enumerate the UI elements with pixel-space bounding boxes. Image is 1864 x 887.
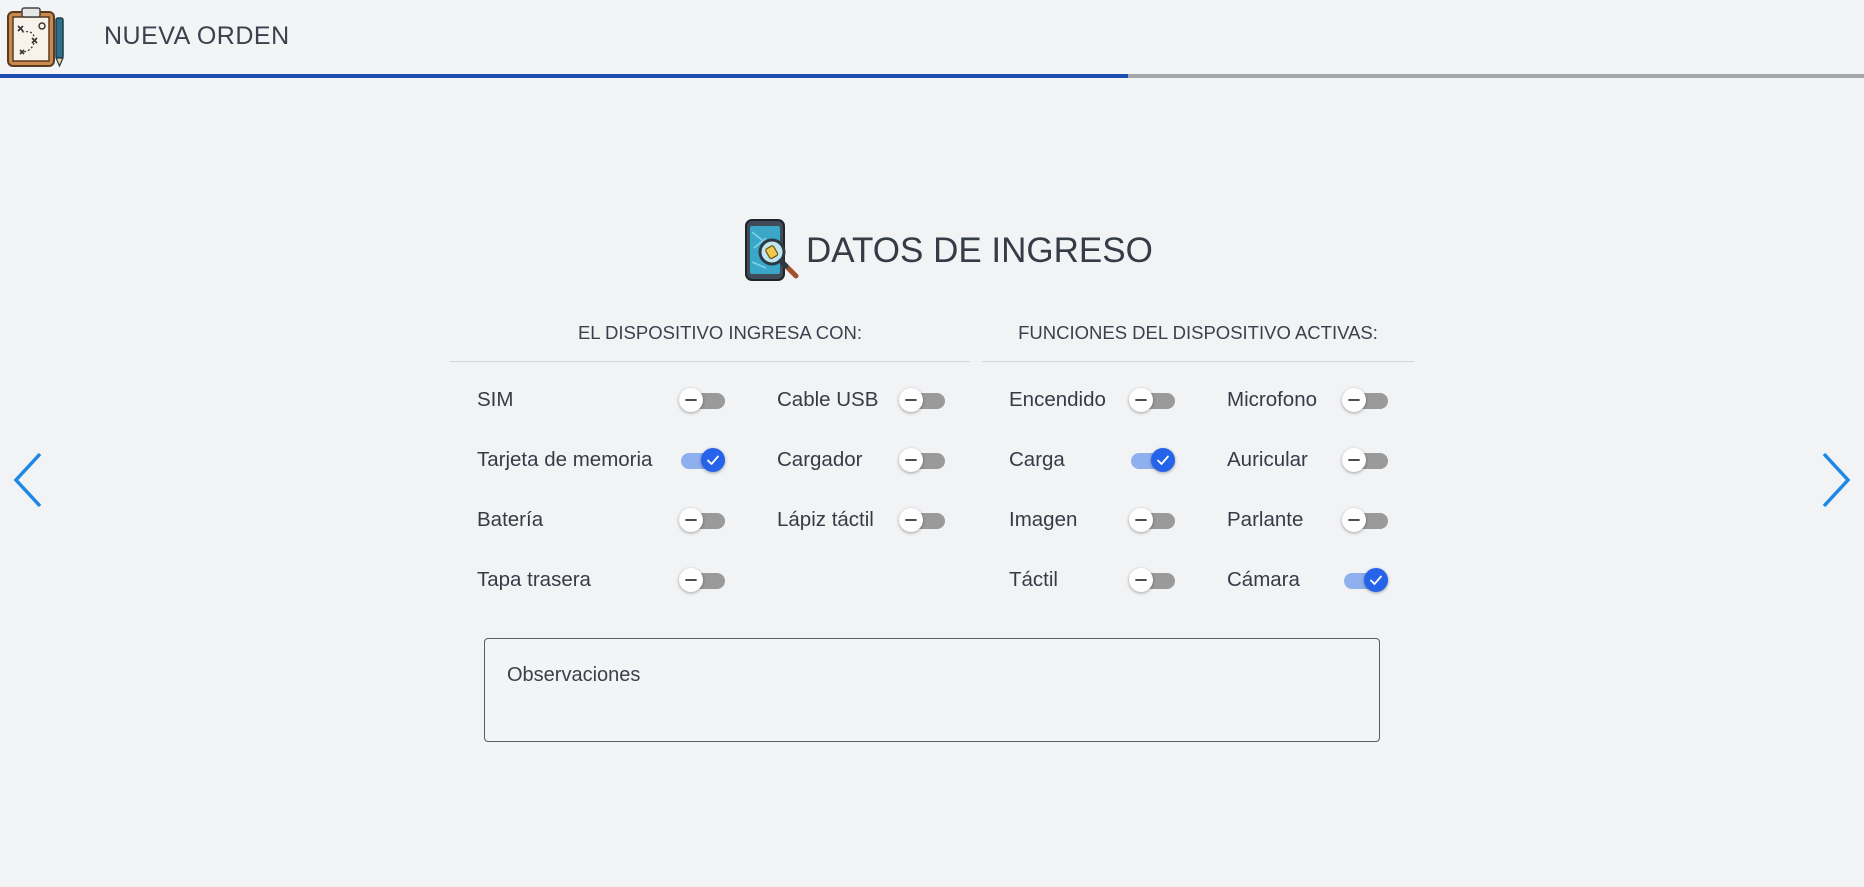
minus-icon [685,519,697,521]
toggle-knob [679,568,703,592]
option-carga: Carga [1009,442,1175,478]
option-tapa-trasera: Tapa trasera [477,562,725,598]
option-parlante: Parlante [1227,502,1388,538]
minus-icon [1135,399,1147,401]
toggle-knob [899,508,923,532]
check-icon [1157,455,1169,465]
check-icon [707,455,719,465]
toggle-knob [1129,388,1153,412]
chevron-left-icon[interactable] [8,448,48,512]
option-label: Tapa trasera [477,568,591,591]
toggle-knob [1151,448,1175,472]
toggle-encendido[interactable] [1129,386,1175,414]
observaciones-field[interactable]: Observaciones [484,638,1380,742]
toggle-microfono[interactable] [1342,386,1388,414]
option-label: SIM [477,388,514,411]
toggle-knob [1364,568,1388,592]
toggle-knob [1342,388,1366,412]
option-label: Encendido [1009,388,1106,411]
option-label: Microfono [1227,388,1318,411]
phone-magnifier-icon [745,219,799,281]
app-header: NUEVA ORDEN [0,0,1864,74]
minus-icon [905,459,917,461]
option-label: Batería [477,508,544,531]
toggle-knob [899,388,923,412]
check-icon [1370,575,1382,585]
option-encendido: Encendido [1009,382,1175,418]
toggle-knob [701,448,725,472]
option-label: Auricular [1227,448,1308,471]
toggle-knob [899,448,923,472]
minus-icon [1348,399,1360,401]
minus-icon [685,579,697,581]
option-cargador: Cargador [777,442,945,478]
observaciones-placeholder: Observaciones [507,664,641,686]
minus-icon [1348,519,1360,521]
app-title: NUEVA ORDEN [104,22,290,50]
group-header-ingresa: EL DISPOSITIVO INGRESA CON: [577,322,863,343]
option-imagen: Imagen [1009,502,1175,538]
progress-bar-fill [0,74,1128,78]
toggle-lapiz-tactil[interactable] [899,506,945,534]
option-auricular: Auricular [1227,442,1388,478]
option-label: Cable USB [777,388,879,411]
option-camara: Cámara [1227,562,1388,598]
toggle-tarjeta-memoria[interactable] [679,446,725,474]
minus-icon [685,399,697,401]
minus-icon [1348,459,1360,461]
option-label: Cargador [777,448,863,471]
clipboard-plan-icon [7,7,64,68]
option-label: Lápiz táctil [777,508,874,531]
toggle-knob [1129,508,1153,532]
option-label: Parlante [1227,508,1304,531]
group-header-funciones: FUNCIONES DEL DISPOSITIVO ACTIVAS: [1018,322,1378,343]
divider [450,361,970,362]
toggle-imagen[interactable] [1129,506,1175,534]
toggle-knob [679,388,703,412]
option-bateria: Batería [477,502,725,538]
divider [982,361,1414,362]
toggle-bateria[interactable] [679,506,725,534]
option-sim: SIM [477,382,725,418]
option-tarjeta-memoria: Tarjeta de memoria [477,442,725,478]
progress-bar [0,74,1864,78]
toggle-knob [1129,568,1153,592]
chevron-right-icon[interactable] [1816,448,1856,512]
option-lapiz-tactil: Lápiz táctil [777,502,945,538]
option-label: Cámara [1227,568,1300,591]
minus-icon [1135,519,1147,521]
option-label: Táctil [1009,568,1058,591]
toggle-cable-usb[interactable] [899,386,945,414]
toggle-cargador[interactable] [899,446,945,474]
minus-icon [905,399,917,401]
toggle-auricular[interactable] [1342,446,1388,474]
section-title: DATOS DE INGRESO [806,231,1153,270]
minus-icon [1135,579,1147,581]
option-tactil: Táctil [1009,562,1175,598]
toggle-knob [1342,448,1366,472]
toggle-knob [1342,508,1366,532]
option-cable-usb: Cable USB [777,382,945,418]
option-microfono: Microfono [1227,382,1388,418]
section-heading: DATOS DE INGRESO [740,218,1153,284]
toggle-tactil[interactable] [1129,566,1175,594]
option-label: Tarjeta de memoria [477,448,653,471]
toggle-knob [679,508,703,532]
minus-icon [905,519,917,521]
option-label: Carga [1009,448,1065,471]
toggle-tapa-trasera[interactable] [679,566,725,594]
toggle-carga[interactable] [1129,446,1175,474]
toggle-camara[interactable] [1342,566,1388,594]
option-label: Imagen [1009,508,1078,531]
toggle-sim[interactable] [679,386,725,414]
toggle-parlante[interactable] [1342,506,1388,534]
